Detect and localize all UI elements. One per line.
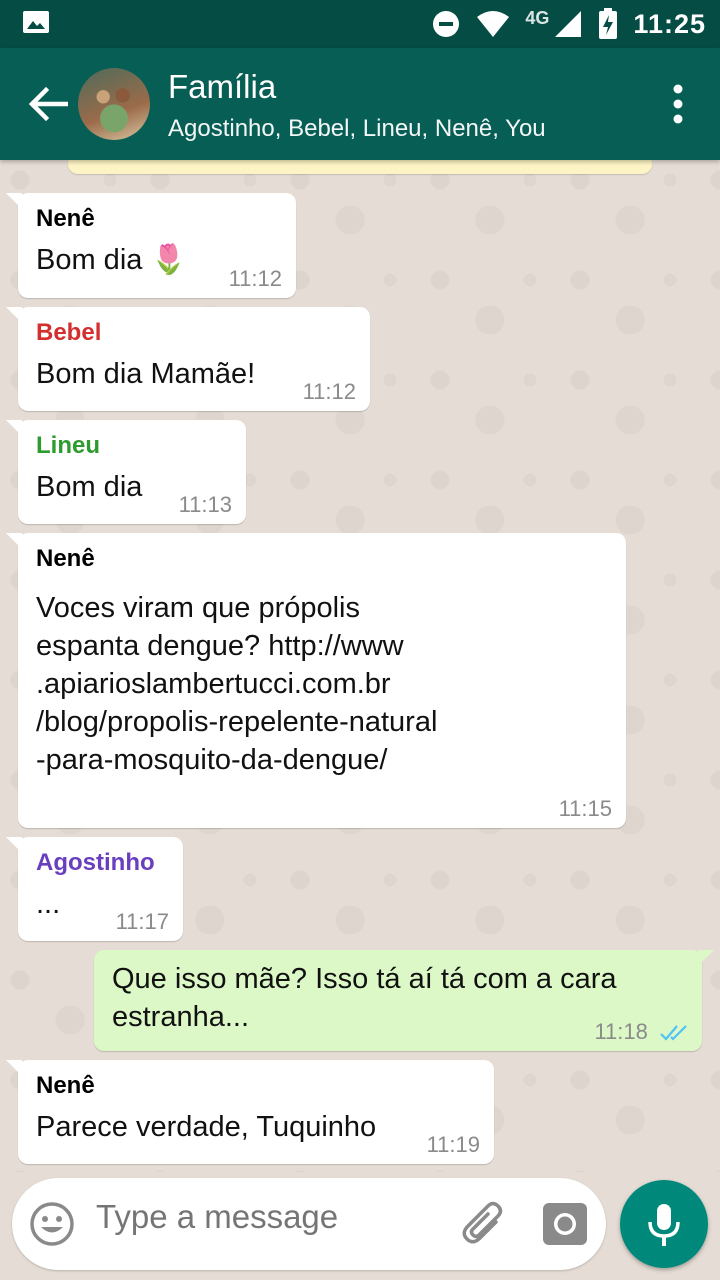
message-time: 11:15 bbox=[558, 796, 612, 821]
emoji-icon[interactable] bbox=[28, 1200, 76, 1248]
message-text: Voces viram que própolis espanta dengue?… bbox=[36, 589, 608, 779]
clock: 11:25 bbox=[633, 8, 706, 39]
message-sender: Nenê bbox=[36, 205, 95, 232]
network-type-label: 4G bbox=[525, 7, 550, 28]
message-bubble-incoming[interactable]: Agostinho ... 11:17 bbox=[6, 837, 183, 941]
message-bubble-incoming[interactable]: Bebel Bom dia Mamãe! 11:12 bbox=[6, 307, 370, 411]
group-title[interactable]: Família bbox=[168, 68, 276, 106]
cell-signal-icon bbox=[555, 11, 582, 37]
message-sender: Bebel bbox=[36, 319, 102, 346]
battery-charging-icon bbox=[599, 8, 618, 39]
message-bubble-incoming[interactable]: Lineu Bom dia 11:13 bbox=[6, 420, 246, 524]
message-text-line: Voces viram que própolis bbox=[36, 592, 360, 624]
message-sender: Nenê bbox=[36, 1072, 95, 1099]
message-time: 11:18 bbox=[594, 1019, 648, 1044]
message-text: Parece verdade, Tuquinho bbox=[36, 1111, 377, 1143]
mic-button[interactable] bbox=[620, 1180, 708, 1268]
message-bubble-outgoing[interactable]: Que isso mãe? Isso tá aí tá com a cara e… bbox=[94, 950, 714, 1051]
wifi-icon bbox=[477, 11, 510, 37]
arrow-back-icon[interactable] bbox=[28, 86, 68, 122]
message-bubble-incoming[interactable]: Nenê Bom dia 🌷 11:12 bbox=[6, 193, 296, 298]
message-sender: Nenê bbox=[36, 545, 95, 572]
status-bar: 4G 11:25 bbox=[0, 0, 720, 48]
image-notification-icon bbox=[23, 11, 49, 33]
message-list[interactable]: Nenê Bom dia 🌷 11:12 Bebel Bom dia Mamãe… bbox=[0, 160, 720, 1172]
message-bubble-incoming[interactable]: Nenê Parece verdade, Tuquinho 11:19 bbox=[6, 1060, 494, 1164]
mic-icon bbox=[648, 1204, 680, 1246]
message-time: 11:13 bbox=[178, 492, 232, 517]
system-message-banner bbox=[68, 160, 652, 174]
message-text-line: Que isso mãe? Isso tá aí tá com a cara bbox=[112, 963, 617, 995]
chat-header[interactable]: Família Agostinho, Bebel, Lineu, Nenê, Y… bbox=[0, 48, 720, 160]
camera-icon[interactable] bbox=[542, 1202, 588, 1246]
message-input[interactable] bbox=[96, 1198, 446, 1236]
message-sender: Agostinho bbox=[36, 849, 155, 876]
group-members[interactable]: Agostinho, Bebel, Lineu, Nenê, You bbox=[168, 115, 546, 143]
group-avatar[interactable] bbox=[78, 68, 150, 140]
message-time: 11:17 bbox=[115, 909, 169, 934]
message-text-line[interactable]: espanta dengue? http://www bbox=[36, 627, 608, 665]
message-time: 11:19 bbox=[426, 1132, 480, 1157]
compose-bar[interactable] bbox=[12, 1178, 606, 1270]
message-meta: 11:18 bbox=[594, 1019, 690, 1045]
message-text-line[interactable]: -para-mosquito-da-dengue/ bbox=[36, 741, 608, 779]
message-text-line[interactable]: /blog/propolis-repelente-natural bbox=[36, 703, 608, 741]
message-text-line[interactable]: .apiarioslambertucci.com.br bbox=[36, 665, 608, 703]
message-time: 11:12 bbox=[302, 379, 356, 404]
message-sender: Lineu bbox=[36, 432, 100, 459]
double-check-read-icon bbox=[660, 1025, 687, 1041]
paperclip-icon[interactable] bbox=[460, 1200, 510, 1250]
more-vert-icon[interactable] bbox=[672, 84, 684, 124]
message-bubble-incoming[interactable]: Nenê Voces viram que própolis espanta de… bbox=[6, 533, 626, 828]
message-time: 11:12 bbox=[228, 266, 282, 291]
do-not-disturb-icon bbox=[433, 11, 460, 37]
